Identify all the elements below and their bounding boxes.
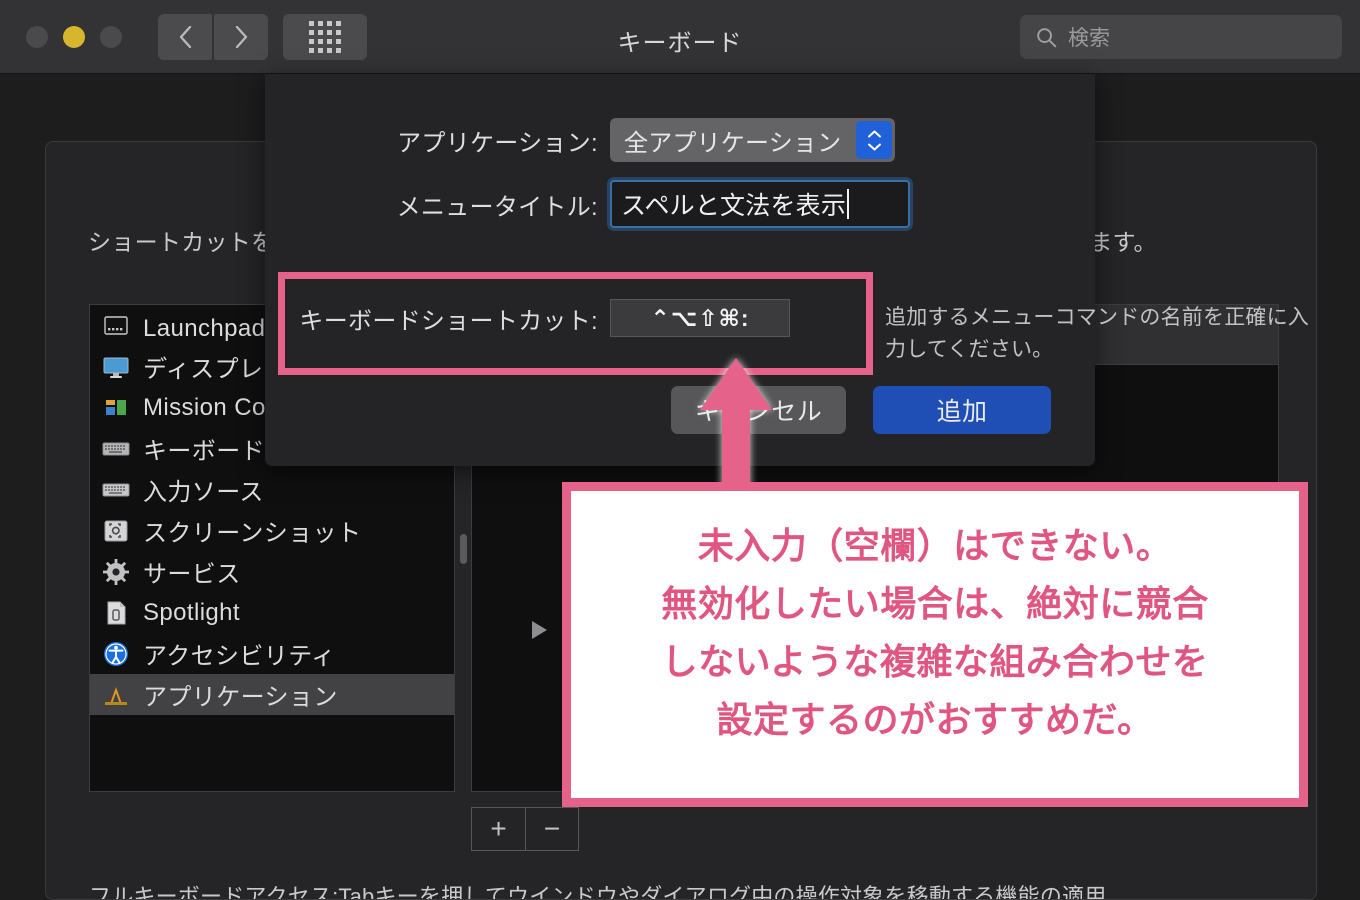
sidebar-item-label: キーボード	[143, 438, 265, 465]
annotation-arrow-icon	[698, 358, 774, 493]
search-icon	[1036, 27, 1057, 48]
text-caret	[847, 189, 850, 219]
mission-control-icon	[102, 394, 130, 422]
sidebar-item-label: サービス	[143, 561, 241, 588]
display-icon	[102, 353, 130, 381]
sidebar-item-label: アクセシビリティ	[143, 643, 336, 670]
keyboard-icon	[102, 435, 130, 463]
sidebar-item-spotlight[interactable]: Spotlight	[90, 592, 454, 633]
application-icon	[102, 681, 130, 709]
sidebar-item-application[interactable]: アプリケーション	[90, 674, 454, 715]
add-remove-button-group: + −	[471, 807, 579, 851]
sidebar-item-label: スクリーンショット	[143, 520, 362, 547]
sidebar-item-label: アプリケーション	[143, 684, 338, 711]
back-button[interactable]	[158, 14, 212, 60]
traffic-light-group	[26, 26, 122, 48]
services-gear-icon	[102, 558, 130, 586]
close-button[interactable]	[26, 26, 48, 48]
show-all-button[interactable]	[283, 14, 367, 60]
add-shortcut-button[interactable]: +	[471, 807, 525, 851]
annotation-line: しないような複雑な組み合わせを	[661, 641, 1209, 682]
minimize-button[interactable]	[63, 26, 85, 48]
forward-button[interactable]	[214, 14, 268, 60]
sidebar-item-screenshot[interactable]: スクリーンショット	[90, 510, 454, 551]
keyboard-shortcut-label: キーボードショートカット:	[299, 307, 598, 335]
sidebar-item-accessibility[interactable]: アクセシビリティ	[90, 633, 454, 674]
disclosure-triangle-icon[interactable]	[532, 621, 547, 639]
full-keyboard-access-note: フルキーボードアクセス:Tabキーを押してウインドウやダイアログ中の操作対象を移…	[89, 884, 1107, 900]
sidebar-item-label: Spotlight	[143, 598, 240, 626]
menu-title-input[interactable]: スペルと文法を表示	[610, 180, 910, 228]
annotation-line: 無効化したい場合は、絶対に競合	[661, 583, 1209, 624]
remove-shortcut-button[interactable]: −	[525, 807, 579, 851]
application-selected-value: 全アプリケーション	[624, 129, 842, 157]
annotation-line: 未入力（空欄）はできない。	[697, 525, 1173, 566]
keyboard-shortcut-input[interactable]: ⌃⌥⇧⌘:	[610, 299, 790, 337]
chevron-updown-icon	[856, 121, 892, 159]
menu-title-label: メニュータイトル:	[396, 193, 598, 221]
application-label: アプリケーション:	[397, 129, 598, 157]
annotation-line: 設定するのがおすすめだ。	[716, 699, 1154, 740]
sidebar-item-services[interactable]: サービス	[90, 551, 454, 592]
launchpad-icon	[102, 312, 130, 340]
accessibility-icon	[102, 640, 130, 668]
search-placeholder: 検索	[1068, 27, 1110, 50]
add-shortcut-sheet: アプリケーション: 全アプリケーション メニュータイトル: スペルと文法を表示 …	[265, 74, 1309, 466]
chevron-left-icon	[179, 26, 192, 48]
application-select[interactable]: 全アプリケーション	[610, 118, 895, 162]
screenshot-root: キーボード 検索 ショートカットを変更するには、ショートカットをダブルクリックし…	[0, 0, 1360, 900]
menu-title-value: スペルと文法を表示	[621, 192, 847, 220]
screenshot-icon	[102, 517, 130, 545]
keyboard-shortcut-row: キーボードショートカット: ⌃⌥⇧⌘:	[265, 299, 1095, 337]
navigation-buttons	[158, 14, 268, 60]
add-button[interactable]: 追加	[873, 386, 1051, 434]
grid-icon	[309, 21, 341, 53]
spotlight-icon	[102, 599, 130, 627]
chevron-right-icon	[235, 26, 248, 48]
application-row: アプリケーション: 全アプリケーション	[265, 118, 1095, 162]
annotation-text: 未入力（空欄）はできない。 無効化したい場合は、絶対に競合 しないような複雑な組…	[571, 491, 1299, 749]
window-titlebar: キーボード 検索	[0, 0, 1360, 74]
annotation-callout: 未入力（空欄）はできない。 無効化したい場合は、絶対に競合 しないような複雑な組…	[562, 482, 1308, 807]
search-input[interactable]: 検索	[1020, 15, 1342, 59]
zoom-button[interactable]	[100, 26, 122, 48]
menu-title-row: メニュータイトル: スペルと文法を表示	[265, 180, 1095, 228]
list-scrollbar[interactable]	[460, 534, 467, 564]
sidebar-item-label: 入力ソース	[143, 479, 264, 506]
sidebar-item-input-sources[interactable]: 入力ソース	[90, 469, 454, 510]
input-sources-icon	[102, 476, 130, 504]
